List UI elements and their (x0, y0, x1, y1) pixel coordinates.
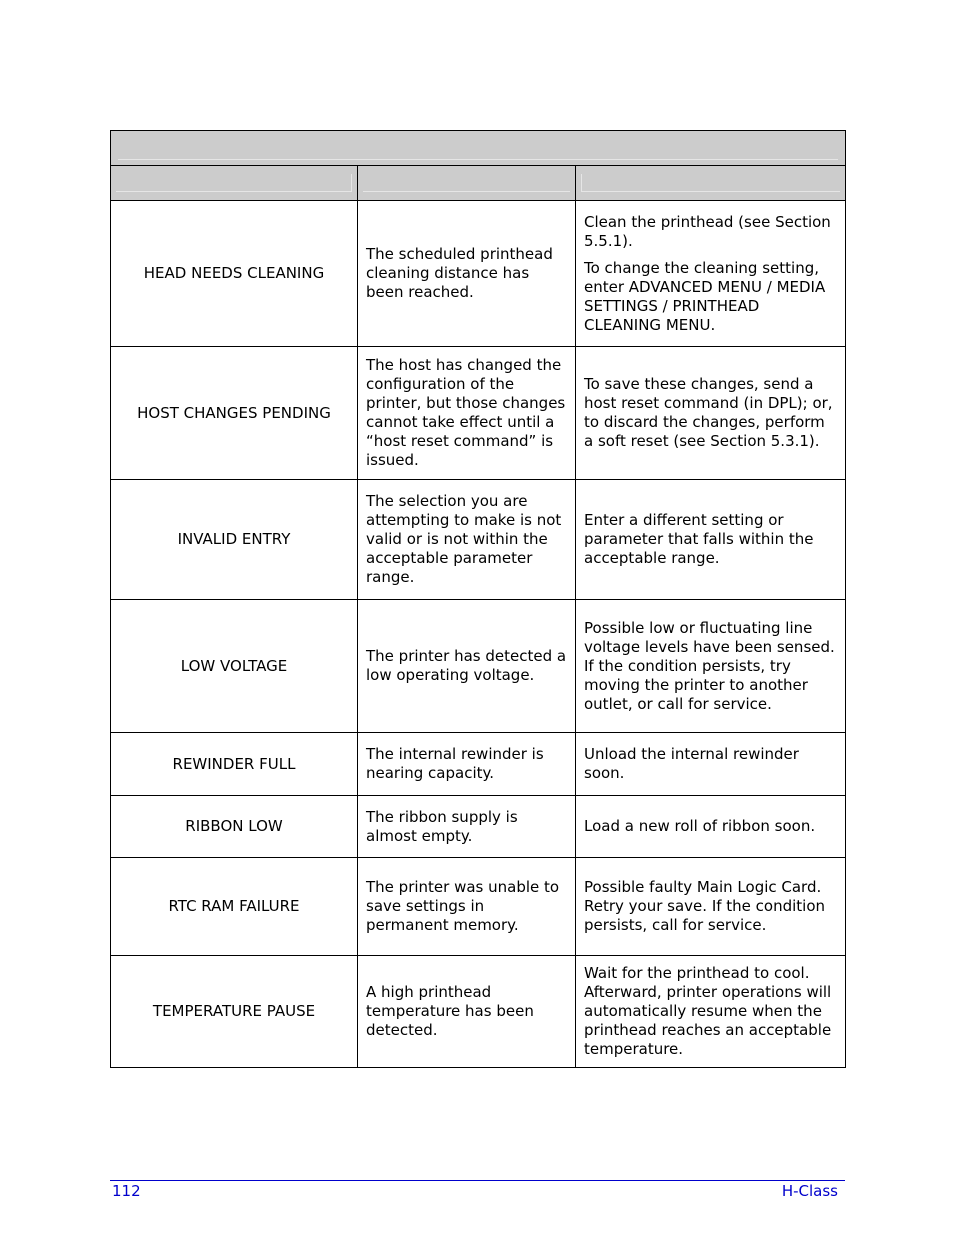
table-row: HEAD NEEDS CLEANING The scheduled printh… (110, 200, 847, 347)
message-cell: HEAD NEEDS CLEANING (110, 200, 358, 347)
header-message (110, 165, 358, 201)
description-cell: The printer has detected a low operating… (357, 599, 576, 733)
table-row: RIBBON LOW The ribbon supply is almost e… (110, 795, 847, 858)
page-number: 112 (112, 1182, 141, 1200)
action-cell: Possible low or fluctuating line voltage… (574, 599, 847, 733)
header-action (574, 165, 847, 201)
description-cell: The host has changed the configuration o… (357, 346, 576, 480)
message-cell: INVALID ENTRY (110, 479, 358, 600)
action-cell: To save these changes, send a host reset… (574, 346, 847, 480)
table-row: RTC RAM FAILURE The printer was unable t… (110, 857, 847, 956)
document-name: H-Class (781, 1182, 838, 1200)
footer-divider (110, 1180, 845, 1181)
action-cell: Enter a different setting or parameter t… (574, 479, 847, 600)
description-cell: The selection you are attempting to make… (357, 479, 576, 600)
table-row: HOST CHANGES PENDING The host has change… (110, 346, 847, 480)
action-text: Possible low or fluctuating line voltage… (584, 618, 835, 713)
header-description (357, 165, 576, 201)
action-text: Clean the printhead (see Section 5.5.1). (584, 212, 831, 250)
table-title (109, 130, 847, 166)
table-row: INVALID ENTRY The selection you are atte… (110, 479, 847, 600)
action-cell: Wait for the printhead to cool. Afterwar… (574, 955, 847, 1068)
table-title-row (109, 130, 847, 166)
action-text: To change the cleaning setting, enter AD… (584, 258, 826, 334)
description-cell: The ribbon supply is almost empty. (357, 795, 576, 858)
action-cell: Unload the internal rewinder soon. (574, 732, 847, 796)
action-text: Possible faulty Main Logic Card. Retry y… (584, 878, 826, 934)
action-text: Wait for the printhead to cool. Afterwar… (584, 964, 832, 1058)
action-text: Enter a different setting or parameter t… (584, 511, 814, 567)
message-cell: HOST CHANGES PENDING (110, 346, 358, 480)
table-row: LOW VOLTAGE The printer has detected a l… (110, 599, 847, 733)
table-row: REWINDER FULL The internal rewinder is n… (110, 732, 847, 796)
table-row: TEMPERATURE PAUSE A high printhead tempe… (110, 955, 847, 1068)
description-cell: The internal rewinder is nearing capacit… (357, 732, 576, 796)
description-cell: A high printhead temperature has been de… (357, 955, 576, 1068)
action-cell: Clean the printhead (see Section 5.5.1).… (574, 200, 847, 347)
action-text: Unload the internal rewinder soon. (584, 745, 799, 782)
description-cell: The printer was unable to save settings … (357, 857, 576, 956)
message-cell: RTC RAM FAILURE (110, 857, 358, 956)
message-cell: LOW VOLTAGE (110, 599, 358, 733)
action-cell: Load a new roll of ribbon soon. (574, 795, 847, 858)
description-cell: The scheduled printhead cleaning distanc… (357, 200, 576, 347)
action-text: To save these changes, send a host reset… (584, 375, 833, 450)
message-cell: TEMPERATURE PAUSE (110, 955, 358, 1068)
warning-messages-table: HEAD NEEDS CLEANING The scheduled printh… (109, 130, 847, 1068)
message-cell: REWINDER FULL (110, 732, 358, 796)
action-text: Load a new roll of ribbon soon. (584, 817, 816, 835)
table-header-row (110, 165, 847, 201)
action-cell: Possible faulty Main Logic Card. Retry y… (574, 857, 847, 956)
message-cell: RIBBON LOW (110, 795, 358, 858)
